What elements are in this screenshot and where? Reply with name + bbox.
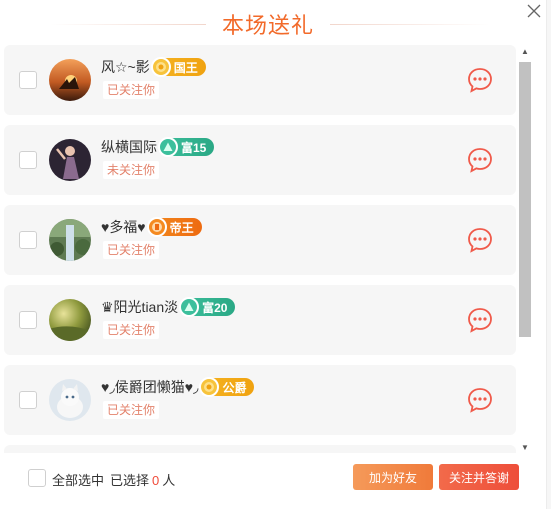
avatar[interactable] xyxy=(49,379,91,421)
emperor-coin-icon xyxy=(146,217,167,237)
user-row: 风☆~影 国王 已关注你 xyxy=(4,45,516,115)
list-scrollbar[interactable]: ▲ ▼ xyxy=(518,45,532,453)
dialog-title: 本场送礼 xyxy=(221,13,314,38)
add-friend-button[interactable]: 加为好友 xyxy=(353,464,433,490)
gift-senders-dialog: 本场送礼 风☆~影 国王 已关注你 纵横国际 富15 未关注你 ♥多福♥ 帝王 … xyxy=(0,0,551,509)
follow-status: 已关注你 xyxy=(103,241,160,259)
avatar[interactable] xyxy=(49,299,91,341)
avatar[interactable] xyxy=(49,59,91,101)
dialog-footer: 全部选中 已选择 0 人 加为好友 关注并答谢 xyxy=(0,455,546,509)
username[interactable]: ♥◞侯爵团懒猫♥◞ xyxy=(101,377,198,397)
user-row: 纵横国际 富15 未关注你 xyxy=(4,125,516,195)
follow-status: 未关注你 xyxy=(103,161,160,179)
username[interactable]: 风☆~影 xyxy=(101,57,150,77)
close-icon[interactable] xyxy=(525,2,543,20)
badge-label: 国王 xyxy=(173,60,198,75)
title-divider-right xyxy=(330,24,490,25)
chat-bubble-icon[interactable] xyxy=(466,306,494,334)
badge-label: 富15 xyxy=(181,140,207,155)
selected-count-text: 已选择 0 人 xyxy=(110,470,175,489)
follow-status: 已关注你 xyxy=(103,401,160,419)
name-line: 纵横国际 富15 xyxy=(101,137,215,157)
scroll-down-arrow-icon[interactable]: ▼ xyxy=(518,441,532,453)
name-line: ♥多福♥ 帝王 xyxy=(101,217,202,237)
scrollbar-thumb[interactable] xyxy=(519,62,531,337)
chat-bubble-icon[interactable] xyxy=(466,146,494,174)
row-checkbox[interactable] xyxy=(19,231,37,249)
chat-bubble-icon[interactable] xyxy=(466,66,494,94)
user-row: ♥◞侯爵团懒猫♥◞ 公爵 已关注你 xyxy=(4,365,516,435)
avatar[interactable] xyxy=(49,219,91,261)
user-list: 风☆~影 国王 已关注你 纵横国际 富15 未关注你 ♥多福♥ 帝王 已关注你 … xyxy=(4,45,516,453)
select-all-checkbox[interactable] xyxy=(28,469,46,487)
user-row: ♛阳光tian淡 富20 已关注你 xyxy=(4,285,516,355)
title-divider-left xyxy=(50,24,206,25)
badge-label: 富20 xyxy=(202,300,228,315)
level-badge: 富15 xyxy=(158,137,215,157)
user-row: ♥多福♥ 帝王 已关注你 xyxy=(4,205,516,275)
duke-coin-icon xyxy=(199,377,220,397)
badge-label: 帝王 xyxy=(169,220,194,235)
chat-bubble-icon[interactable] xyxy=(466,386,494,414)
selected-count: 0 xyxy=(152,473,160,488)
crown-coin-icon xyxy=(150,57,171,77)
select-all-label[interactable]: 全部选中 xyxy=(52,470,104,489)
selected-prefix: 已选择 xyxy=(110,473,150,488)
row-checkbox[interactable] xyxy=(19,311,37,329)
follow-status: 已关注你 xyxy=(103,321,160,339)
window-edge xyxy=(546,0,551,509)
username[interactable]: 纵横国际 xyxy=(101,137,157,157)
level-badge: 公爵 xyxy=(199,377,255,397)
level-badge: 国王 xyxy=(150,57,206,77)
chat-bubble-icon[interactable] xyxy=(466,226,494,254)
row-checkbox[interactable] xyxy=(19,151,37,169)
selected-suffix: 人 xyxy=(162,473,176,488)
row-checkbox[interactable] xyxy=(19,391,37,409)
dialog-header: 本场送礼 xyxy=(0,0,551,44)
level-badge: 富20 xyxy=(179,297,236,317)
username[interactable]: ♥多福♥ xyxy=(101,217,146,237)
rich-triangle-icon xyxy=(179,297,200,317)
name-line: ♥◞侯爵团懒猫♥◞ 公爵 xyxy=(101,377,255,397)
username[interactable]: ♛阳光tian淡 xyxy=(101,297,178,317)
scroll-up-arrow-icon[interactable]: ▲ xyxy=(518,45,532,57)
follow-status: 已关注你 xyxy=(103,81,160,99)
follow-and-thank-button[interactable]: 关注并答谢 xyxy=(439,464,519,490)
level-badge: 帝王 xyxy=(146,217,202,237)
badge-label: 公爵 xyxy=(222,380,247,395)
avatar[interactable] xyxy=(49,139,91,181)
row-checkbox[interactable] xyxy=(19,71,37,89)
rich-triangle-icon xyxy=(158,137,178,157)
user-row-partial xyxy=(4,445,516,453)
name-line: ♛阳光tian淡 富20 xyxy=(101,297,236,317)
name-line: 风☆~影 国王 xyxy=(101,57,206,77)
